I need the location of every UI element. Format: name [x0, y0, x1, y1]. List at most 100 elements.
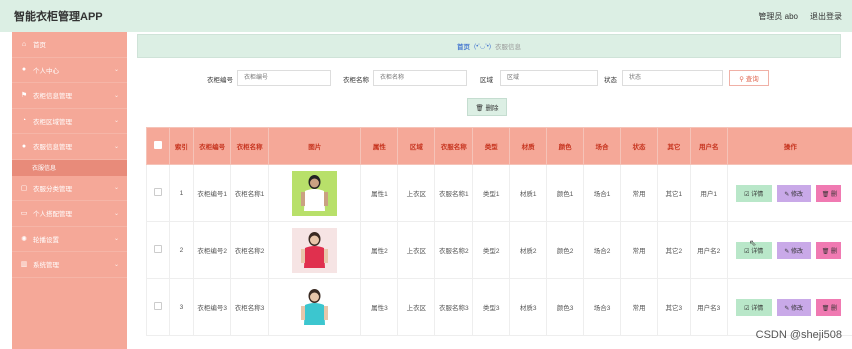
cell-cabinet-name: 衣柜名称2 [230, 221, 270, 279]
row-checkbox[interactable] [153, 188, 162, 196]
row-select-cell [146, 221, 170, 279]
sidebar-item[interactable]: ● 个人中心 ⌄ [12, 58, 127, 83]
cell-color: 颜色3 [546, 278, 585, 336]
cell-area: 上衣区 [397, 164, 436, 222]
action-buttons: ☑ 详情 ✎ 修改 🗑 删 [730, 298, 851, 316]
actions-cell: ☑ 详情 ✎ 修改 🗑 删 [726, 278, 852, 336]
chevron-down-icon: ⌄ [113, 210, 119, 217]
cell-user: 用户1 [689, 164, 728, 222]
cell-type: 类型3 [472, 278, 511, 336]
sidebar-item-label: 衣柜信息管理 [33, 93, 72, 101]
action-buttons: ☑ 详情 ✎ 修改 🗑 删 [730, 184, 851, 202]
select-all-header[interactable] [146, 127, 170, 165]
cell-user: 用户名2 [689, 221, 728, 279]
column-header: 衣柜名称 [230, 127, 270, 165]
chevron-down-icon: ⌄ [113, 67, 119, 74]
action-buttons: ☑ 详情 ✎ 修改 🗑 删 [730, 241, 851, 259]
breadcrumb-current: 衣服信息 [495, 44, 522, 51]
row-checkbox[interactable] [153, 245, 162, 253]
search-label-cabinet-name: 衣柜名称 [343, 77, 369, 84]
folder-icon: ▭ [20, 210, 28, 218]
table-row: 1 衣柜编号1 衣柜名称1 属性1 上衣区 衣服名称1 类型1 材质1 颜色1 场合1 常用 其它1 用… [146, 164, 852, 222]
sidebar-item-label: 系统管理 [33, 262, 59, 270]
chevron-down-icon: ⌄ [113, 92, 119, 99]
select-all-checkbox[interactable] [153, 141, 162, 149]
edit-button[interactable]: ✎ 修改 [776, 184, 811, 202]
cell-cabinet-name: 衣柜名称3 [230, 278, 270, 336]
cell-other: 其它1 [656, 164, 691, 222]
admin-label[interactable]: 管理员 abo [758, 11, 798, 22]
sidebar-item[interactable]: ⌂ 首页 [12, 32, 127, 58]
view-button[interactable]: ☑ 详情 [735, 184, 772, 202]
search-label-status: 状态 [604, 77, 617, 84]
user-icon: ● [21, 66, 27, 74]
cell-material: 材质1 [509, 164, 548, 222]
edit-button[interactable]: ✎ 修改 [776, 241, 811, 259]
sidebar-item[interactable]: ▢ 衣服分类管理 ⌄ [12, 176, 127, 201]
cell-type: 类型2 [472, 221, 511, 279]
cell-cloth-name: 衣服名称1 [434, 164, 474, 222]
chevron-down-icon: ⌄ [113, 118, 119, 125]
column-header: 其它 [656, 127, 691, 165]
cell-cabinet-name: 衣柜名称1 [230, 164, 270, 222]
cell-color: 颜色1 [546, 164, 585, 222]
sidebar-item[interactable]: ● 衣服信息管理 ⌄ [12, 134, 127, 160]
sidebar-item[interactable]: ✺ 轮播设置 ⌄ [12, 227, 127, 252]
area-input[interactable] [500, 70, 598, 86]
top-bar: 智能衣柜管理APP 管理员 abo 退出登录 [0, 0, 852, 32]
actions-cell: ☑ 详情 ✎ 修改 🗑 删 [726, 164, 852, 222]
edit-button[interactable]: ✎ 修改 [776, 298, 811, 316]
column-header: 颜色 [546, 127, 585, 165]
chevron-down-icon: ⌄ [113, 236, 119, 243]
status-input[interactable] [622, 70, 723, 86]
flag-icon: ⚑ [20, 92, 28, 100]
sidebar-item-label: 轮播设置 [33, 236, 59, 244]
sidebar-item[interactable]: ▥ 系统管理 ⌄ [12, 252, 127, 278]
cabinet-name-input[interactable] [373, 70, 467, 86]
sidebar-item[interactable]: ◔ 衣柜区域管理 ⌄ [12, 109, 127, 134]
cell-attr: 属性3 [360, 278, 399, 336]
delete-button[interactable]: 🗑 删 [815, 184, 841, 202]
row-checkbox[interactable] [153, 302, 162, 310]
logout-link[interactable]: 退出登录 [810, 11, 842, 22]
delete-button[interactable]: 🗑 删 [815, 241, 841, 259]
app-title: 智能衣柜管理APP [14, 11, 103, 23]
bell-icon: ◔ [21, 117, 27, 125]
column-header: 用户名 [689, 127, 728, 165]
cell-cabinet-no: 衣柜编号1 [193, 164, 232, 222]
chevron-down-icon: ⌄ [113, 261, 119, 268]
sidebar-item[interactable]: ⚑ 衣柜信息管理 ⌄ [12, 83, 127, 109]
row-select-cell [146, 164, 170, 222]
column-header: 材质 [509, 127, 548, 165]
batch-delete-button[interactable]: 🗑 删除 [467, 98, 507, 116]
chevron-down-icon: ⌄ [113, 143, 119, 150]
cell-other: 其它2 [656, 221, 691, 279]
cell-status: 常用 [620, 164, 658, 222]
row-select-cell [146, 278, 170, 336]
chat-icon: ▢ [20, 184, 28, 192]
breadcrumb-home[interactable]: 首页 [457, 41, 470, 51]
sidebar-item-label: 个人搭配管理 [33, 211, 72, 219]
clothing-image [292, 284, 338, 330]
sidebar-item-label: 衣服信息管理 [33, 144, 72, 152]
cell-index: 3 [168, 278, 195, 336]
view-button[interactable]: ☑ 详情 [735, 298, 772, 316]
image-cell [268, 221, 362, 279]
cell-occasion: 场合3 [583, 278, 621, 336]
cell-material: 材质3 [509, 278, 548, 336]
cell-other: 其它3 [656, 278, 691, 336]
search-button[interactable]: ⚲ 查询 [729, 70, 769, 86]
cell-index: 1 [168, 164, 195, 222]
cell-attr: 属性1 [360, 164, 399, 222]
column-header: 区域 [397, 127, 436, 165]
sidebar-item[interactable]: ▭ 个人搭配管理 ⌄ [12, 201, 127, 227]
cabinet-no-input[interactable] [237, 70, 331, 86]
sidebar-subitem-active[interactable]: 衣服信息 [12, 159, 127, 176]
search-form: 衣柜编号 衣柜名称 区域 状态 ⚲ 查询 [137, 70, 841, 88]
watermark: CSDN @sheji508 [755, 329, 842, 341]
column-header: 衣服名称 [434, 127, 474, 165]
delete-button[interactable]: 🗑 删 [815, 298, 841, 316]
actions-cell: ☑ 详情 ✎ 修改 🗑 删 [726, 221, 852, 279]
cell-attr: 属性2 [360, 221, 399, 279]
sidebar-item-label: 个人中心 [33, 67, 59, 75]
